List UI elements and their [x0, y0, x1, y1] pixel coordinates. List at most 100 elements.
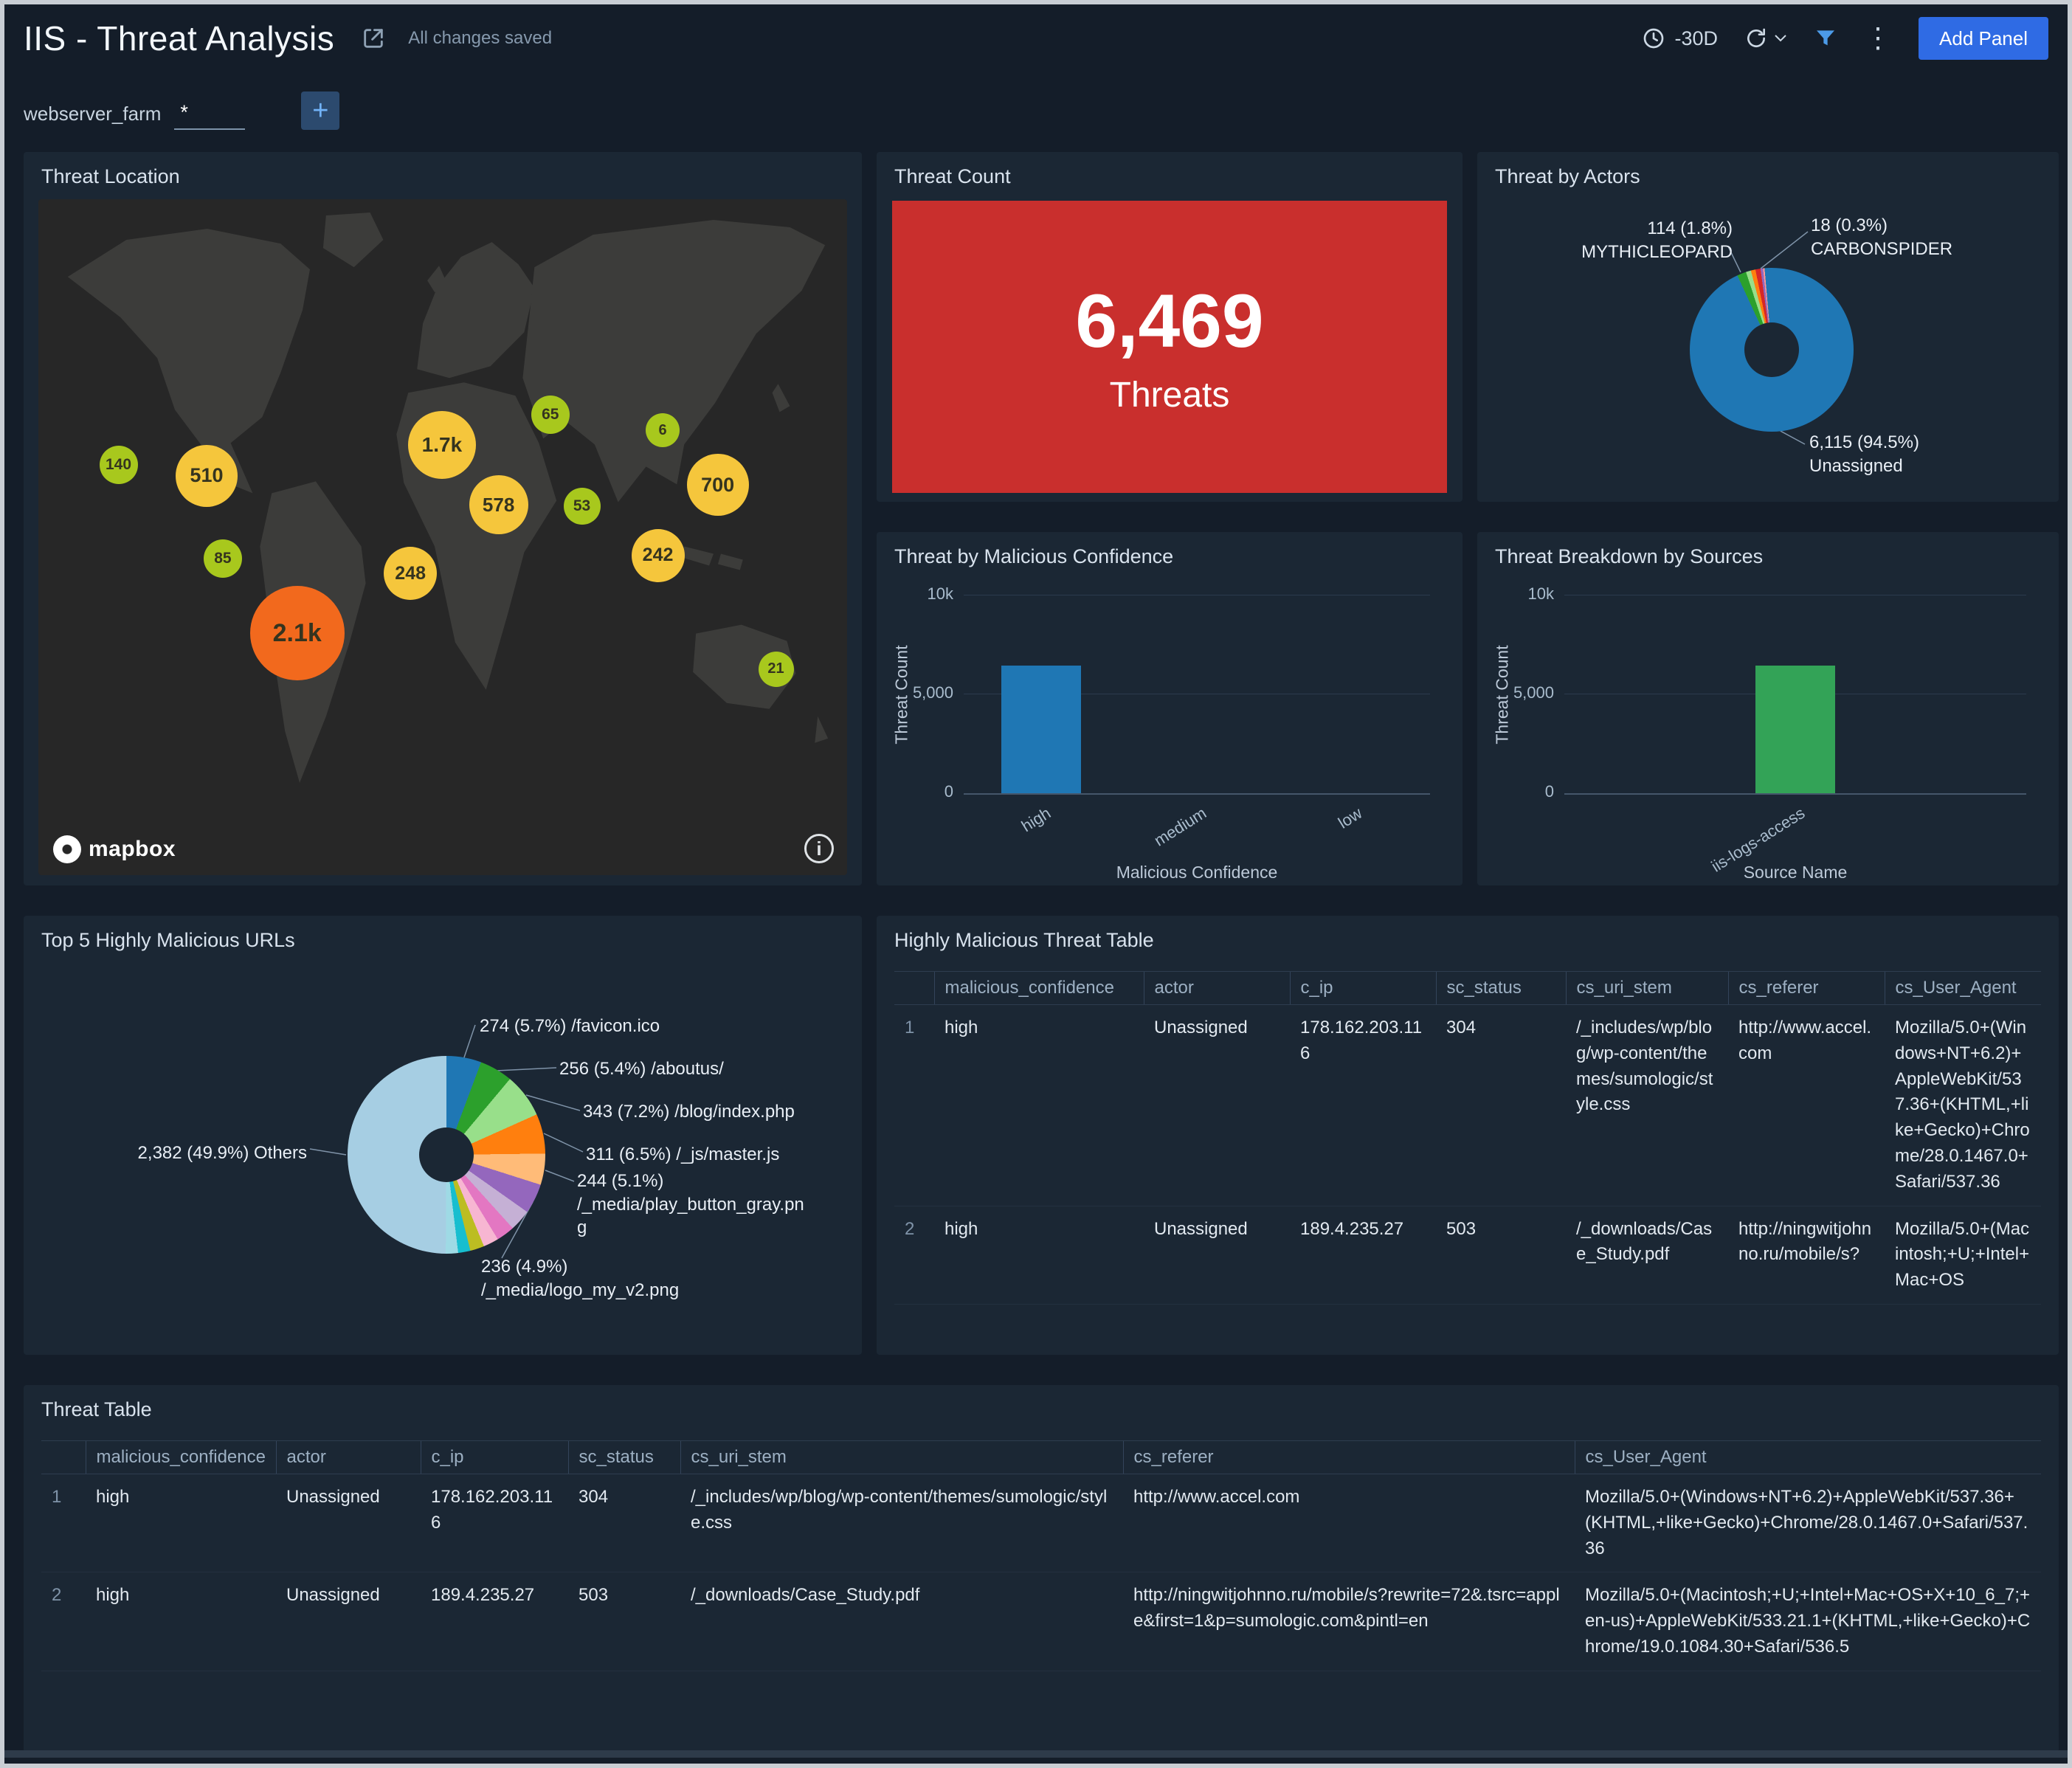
column-header[interactable]: cs_User_Agent [1574, 1440, 2041, 1474]
table-cell: 178.162.203.116 [421, 1474, 568, 1573]
map-bubble[interactable]: 510 [175, 444, 238, 507]
table-cell: Unassigned [1144, 1206, 1290, 1305]
donut-label-mythicleopard: 114 (1.8%) MYTHICLEOPARD [1581, 218, 1733, 262]
y-tick-label: 0 [944, 782, 953, 801]
share-icon[interactable] [361, 26, 386, 51]
table-cell: high [934, 1004, 1144, 1206]
table-cell: 304 [1436, 1004, 1566, 1206]
panel-threat-location: Threat Location 140 510 85 2.1k 248 1.7k… [24, 152, 862, 885]
donut-label-blog-index: 343 (7.2%) /blog/index.php [583, 1102, 795, 1122]
sources-bar-chart[interactable]: Threat Count Source Name 0 5,000 10k iis-lo… [1477, 532, 2059, 885]
table-cell: high [86, 1474, 276, 1573]
column-header[interactable]: c_ip [1289, 971, 1436, 1005]
panel-title: Threat by Actors [1495, 165, 1640, 187]
threat-count-value: 6,469 [1075, 279, 1264, 363]
confidence-bar-chart[interactable]: Threat Count Malicious Confidence 0 5,000… [877, 532, 1463, 885]
map-bubble[interactable]: 578 [469, 475, 528, 535]
column-header[interactable]: sc_status [567, 1440, 680, 1474]
column-header[interactable]: malicious_confidence [933, 971, 1144, 1005]
panel-highly-malicious-threat-table: Highly Malicious Threat Table malicious_… [877, 916, 2059, 1355]
column-header[interactable]: sc_status [1435, 971, 1566, 1005]
map-info-icon[interactable]: i [804, 834, 834, 863]
add-panel-button[interactable]: Add Panel [1919, 17, 2048, 60]
table-cell: http://www.accel.com [1728, 1004, 1885, 1206]
funnel-icon-glyph [1817, 30, 1835, 46]
dashboard-title: IIS - Threat Analysis [24, 19, 335, 58]
kebab-menu[interactable]: ⋮ [1864, 24, 1892, 52]
row-number-header [41, 1440, 86, 1474]
filter-bar: webserver_farm * + [4, 72, 2068, 149]
donut-label-favicon: 274 (5.7%) /favicon.ico [480, 1016, 660, 1036]
row-number: 1 [41, 1474, 86, 1573]
table-cell: Mozilla/5.0+(Macintosh;+U;+Intel+Mac+OS [1885, 1206, 2041, 1305]
column-header[interactable]: cs_referer [1727, 971, 1885, 1005]
mapbox-attribution[interactable]: mapbox [53, 835, 176, 863]
column-header[interactable]: actor [275, 1440, 421, 1474]
map-bubble[interactable]: 21 [758, 651, 794, 687]
table-cell: high [86, 1572, 276, 1671]
column-header[interactable]: c_ip [420, 1440, 568, 1474]
threat-count-card[interactable]: 6,469 Threats [892, 201, 1447, 493]
map-bubble[interactable]: 242 [631, 528, 685, 582]
map-bubble[interactable]: 65 [531, 396, 570, 435]
donut-label-aboutus: 256 (5.4%) /aboutus/ [559, 1059, 724, 1079]
column-header[interactable]: cs_uri_stem [680, 1440, 1123, 1474]
horizontal-scrollbar[interactable] [4, 1750, 2068, 1758]
mapbox-icon [53, 835, 81, 863]
table-cell: Mozilla/5.0+(Windows+NT+6.2)+AppleWebKit… [1885, 1004, 2041, 1206]
bar[interactable] [1755, 665, 1835, 793]
map-bubble[interactable]: 140 [99, 445, 138, 484]
world-map[interactable]: 140 510 85 2.1k 248 1.7k 578 65 53 6 700 242 21 mapb… [38, 199, 847, 875]
time-range-value: -30D [1674, 27, 1719, 49]
table-cell: Unassigned [276, 1474, 421, 1573]
y-tick-label: 10k [927, 584, 953, 603]
refresh-button[interactable] [1744, 27, 1787, 50]
filter-icon[interactable] [1814, 27, 1837, 50]
table-cell: Mozilla/5.0+(Windows+NT+6.2)+AppleWebKit… [1575, 1474, 2041, 1573]
time-range-control[interactable]: -30D [1642, 27, 1718, 50]
x-axis-title: Source Name [1743, 863, 1848, 882]
map-bubble[interactable]: 1.7k [407, 411, 476, 480]
column-header[interactable]: actor [1143, 971, 1290, 1005]
row-number: 1 [894, 1004, 934, 1206]
map-bubble[interactable]: 53 [563, 487, 601, 525]
map-bubbles: 140 510 85 2.1k 248 1.7k 578 65 53 6 700 242 21 [38, 199, 847, 875]
plot-area [1564, 595, 2026, 795]
bar[interactable] [1001, 665, 1082, 793]
table-cell: 503 [1436, 1206, 1566, 1305]
panel-title: Threat Table [41, 1398, 152, 1420]
table-row[interactable]: 1 high Unassigned 178.162.203.116 304/_inclu… [41, 1474, 2041, 1573]
highly-malicious-threat-table: malicious_confidence actor c_ip sc_status cs… [894, 971, 2041, 1305]
row-number: 2 [894, 1206, 934, 1305]
map-bubble[interactable]: 700 [686, 454, 749, 517]
panel-malicious-confidence: Threat by Malicious Confidence Threat Co… [877, 532, 1463, 885]
add-filter-button[interactable]: + [301, 91, 340, 130]
table-row[interactable]: 1 high Unassigned 178.162.203.116 304/_inclu… [894, 1004, 2041, 1206]
dashboard-grid: Threat Location 140 510 85 2.1k 248 1.7k… [4, 149, 2068, 1753]
y-tick-label: 10k [1527, 584, 1554, 603]
map-bubble[interactable]: 85 [203, 539, 242, 579]
column-header[interactable]: cs_User_Agent [1884, 971, 2041, 1005]
map-bubble[interactable]: 248 [384, 547, 438, 601]
table-cell: Mozilla/5.0+(Macintosh;+U;+Intel+Mac+OS+… [1575, 1572, 2041, 1671]
filter-value-input[interactable]: * [174, 101, 246, 130]
column-header[interactable]: cs_referer [1122, 1440, 1575, 1474]
map-bubble[interactable]: 2.1k [249, 586, 345, 681]
save-status: All changes saved [408, 28, 553, 48]
actors-donut-chart[interactable] [1690, 268, 1854, 432]
panel-title: Threat Location [41, 165, 180, 187]
map-bubble[interactable]: 6 [646, 413, 680, 448]
x-axis-title: Malicious Confidence [1116, 863, 1278, 882]
column-header[interactable]: malicious_confidence [85, 1440, 276, 1474]
plot-area [964, 595, 1430, 795]
mapbox-wordmark: mapbox [89, 837, 176, 861]
table-row[interactable]: 2 high Unassigned 189.4.235.27 503/_download… [41, 1572, 2041, 1671]
panel-threat-count: Threat Count 6,469 Threats [877, 152, 1463, 502]
panel-threat-by-actors: Threat by Actors 114 (1.8%) MYTHICLEOPAR… [1477, 152, 2059, 502]
panel-title: Highly Malicious Threat Table [894, 929, 1154, 951]
table-row[interactable]: 2 high Unassigned 189.4.235.27 503/_download… [894, 1206, 2041, 1305]
urls-donut-chart[interactable] [348, 1056, 545, 1254]
table-cell: /_downloads/Case_Study.pdf [1566, 1206, 1728, 1305]
table-cell: /_downloads/Case_Study.pdf [680, 1572, 1123, 1671]
column-header[interactable]: cs_uri_stem [1565, 971, 1728, 1005]
